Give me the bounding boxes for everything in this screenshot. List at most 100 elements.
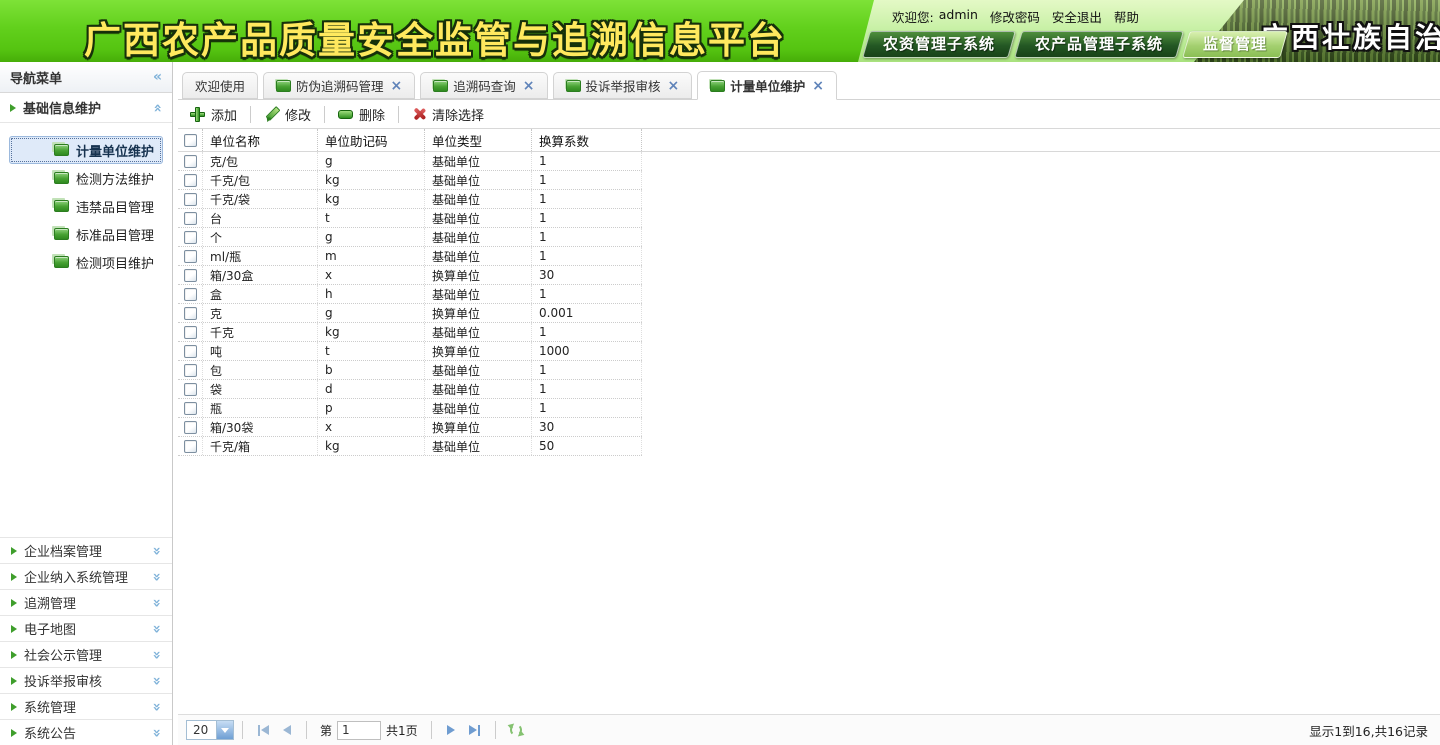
- cell-unit-name: ml/瓶: [203, 247, 318, 265]
- help-link[interactable]: 帮助: [1114, 7, 1139, 26]
- row-checkbox[interactable]: [184, 155, 197, 168]
- pager-separator: [495, 721, 496, 739]
- page-label-suffix: 共1页: [386, 722, 418, 739]
- add-button[interactable]: 添加: [182, 105, 245, 124]
- arrow-right-icon: [11, 651, 17, 659]
- table-row[interactable]: 瓶p基础单位1: [178, 399, 642, 418]
- close-icon[interactable]: ×: [523, 79, 535, 93]
- tab-1[interactable]: 防伪追溯码管理×: [263, 72, 415, 99]
- select-all-checkbox[interactable]: [184, 134, 197, 147]
- edit-button[interactable]: 修改: [256, 105, 319, 124]
- chevron-down-icon: [216, 721, 233, 739]
- delete-button[interactable]: 删除: [330, 105, 393, 124]
- tab-0[interactable]: 欢迎使用: [182, 72, 258, 99]
- row-checkbox[interactable]: [184, 288, 197, 301]
- page-label-prefix: 第: [320, 722, 332, 739]
- sidebar-section-5[interactable]: 投诉举报审核: [0, 667, 172, 693]
- tab-2[interactable]: 追溯码查询×: [420, 72, 547, 99]
- sidebar-section-7[interactable]: 系统公告: [0, 719, 172, 745]
- cell-unit-code: g: [318, 228, 425, 246]
- row-checkbox[interactable]: [184, 250, 197, 263]
- refresh-icon[interactable]: [508, 722, 524, 738]
- first-page-button[interactable]: [251, 725, 276, 736]
- sidebar-item-3[interactable]: 标准品目管理: [9, 220, 163, 248]
- row-checkbox[interactable]: [184, 345, 197, 358]
- row-checkbox[interactable]: [184, 364, 197, 377]
- close-icon[interactable]: ×: [391, 79, 403, 93]
- toolbar-separator: [398, 106, 399, 123]
- pencil-icon: [264, 107, 279, 122]
- table-row[interactable]: 袋d基础单位1: [178, 380, 642, 399]
- table-row[interactable]: 千克/袋kg基础单位1: [178, 190, 642, 209]
- cell-unit-type: 基础单位: [425, 437, 532, 455]
- row-checkbox[interactable]: [184, 231, 197, 244]
- sidebar-section-3[interactable]: 电子地图: [0, 615, 172, 641]
- row-checkbox[interactable]: [184, 269, 197, 282]
- cell-unit-code: kg: [318, 437, 425, 455]
- sidebar-group-basic-info[interactable]: 基础信息维护: [0, 93, 172, 123]
- cell-unit-name: 箱/30袋: [203, 418, 318, 436]
- table-row[interactable]: 千克kg基础单位1: [178, 323, 642, 342]
- table-row[interactable]: 箱/30盒x换算单位30: [178, 266, 642, 285]
- agri-materials-subsystem-button[interactable]: 农资管理子系统: [862, 31, 1016, 58]
- cell-unit-code: g: [318, 152, 425, 170]
- sidebar-section-6[interactable]: 系统管理: [0, 693, 172, 719]
- row-checkbox[interactable]: [184, 383, 197, 396]
- previous-page-button[interactable]: [276, 725, 298, 735]
- folder-icon: [54, 228, 69, 240]
- sidebar-section-4[interactable]: 社会公示管理: [0, 641, 172, 667]
- table-row[interactable]: 箱/30袋x换算单位30: [178, 418, 642, 437]
- row-checkbox-cell: [178, 342, 203, 360]
- close-icon[interactable]: ×: [668, 79, 680, 93]
- folder-icon: [54, 144, 69, 156]
- row-checkbox[interactable]: [184, 307, 197, 320]
- document-icon: [433, 80, 448, 92]
- tab-label: 欢迎使用: [195, 76, 245, 95]
- sidebar-item-0[interactable]: 计量单位维护: [9, 136, 163, 164]
- table-row[interactable]: ml/瓶m基础单位1: [178, 247, 642, 266]
- table-row[interactable]: 台t基础单位1: [178, 209, 642, 228]
- sidebar-section-0[interactable]: 企业档案管理: [0, 537, 172, 563]
- next-page-button[interactable]: [440, 725, 462, 735]
- table-row[interactable]: 克g换算单位0.001: [178, 304, 642, 323]
- cell-unit-code: t: [318, 209, 425, 227]
- table-row[interactable]: 千克/箱kg基础单位50: [178, 437, 642, 456]
- cell-conversion-factor: 50: [532, 437, 642, 455]
- sidebar-section-1[interactable]: 企业纳入系统管理: [0, 563, 172, 589]
- page-size-select[interactable]: 20: [186, 720, 234, 740]
- logout-link[interactable]: 安全退出: [1052, 7, 1102, 26]
- tab-3[interactable]: 投诉举报审核×: [553, 72, 693, 99]
- agri-products-subsystem-button[interactable]: 农产品管理子系统: [1014, 31, 1184, 58]
- column-header-conversion-factor: 换算系数: [532, 129, 642, 151]
- table-row[interactable]: 克/包g基础单位1: [178, 152, 642, 171]
- table-row[interactable]: 盒h基础单位1: [178, 285, 642, 304]
- sidebar-item-4[interactable]: 检测项目维护: [9, 248, 163, 276]
- sidebar-item-2[interactable]: 违禁品目管理: [9, 192, 163, 220]
- clear-selection-button[interactable]: 清除选择: [404, 105, 492, 124]
- tab-4[interactable]: 计量单位维护×: [697, 71, 837, 100]
- supervision-subsystem-button[interactable]: 监督管理: [1182, 31, 1288, 58]
- cell-unit-name: 袋: [203, 380, 318, 398]
- delete-button-label: 删除: [359, 105, 385, 124]
- sidebar-item-1[interactable]: 检测方法维护: [9, 164, 163, 192]
- cell-conversion-factor: 30: [532, 266, 642, 284]
- sidebar-section-2[interactable]: 追溯管理: [0, 589, 172, 615]
- cell-conversion-factor: 1: [532, 247, 642, 265]
- row-checkbox[interactable]: [184, 193, 197, 206]
- row-checkbox[interactable]: [184, 212, 197, 225]
- page-number-input[interactable]: [337, 721, 381, 740]
- row-checkbox[interactable]: [184, 402, 197, 415]
- row-checkbox[interactable]: [184, 440, 197, 453]
- table-row[interactable]: 吨t换算单位1000: [178, 342, 642, 361]
- row-checkbox[interactable]: [184, 326, 197, 339]
- table-row[interactable]: 千克/包kg基础单位1: [178, 171, 642, 190]
- collapse-sidebar-icon[interactable]: [153, 70, 162, 84]
- table-row[interactable]: 个g基础单位1: [178, 228, 642, 247]
- table-row[interactable]: 包b基础单位1: [178, 361, 642, 380]
- row-checkbox[interactable]: [184, 174, 197, 187]
- last-page-button[interactable]: [462, 725, 487, 736]
- close-icon[interactable]: ×: [812, 79, 824, 93]
- change-password-link[interactable]: 修改密码: [990, 7, 1040, 26]
- row-checkbox-cell: [178, 247, 203, 265]
- row-checkbox[interactable]: [184, 421, 197, 434]
